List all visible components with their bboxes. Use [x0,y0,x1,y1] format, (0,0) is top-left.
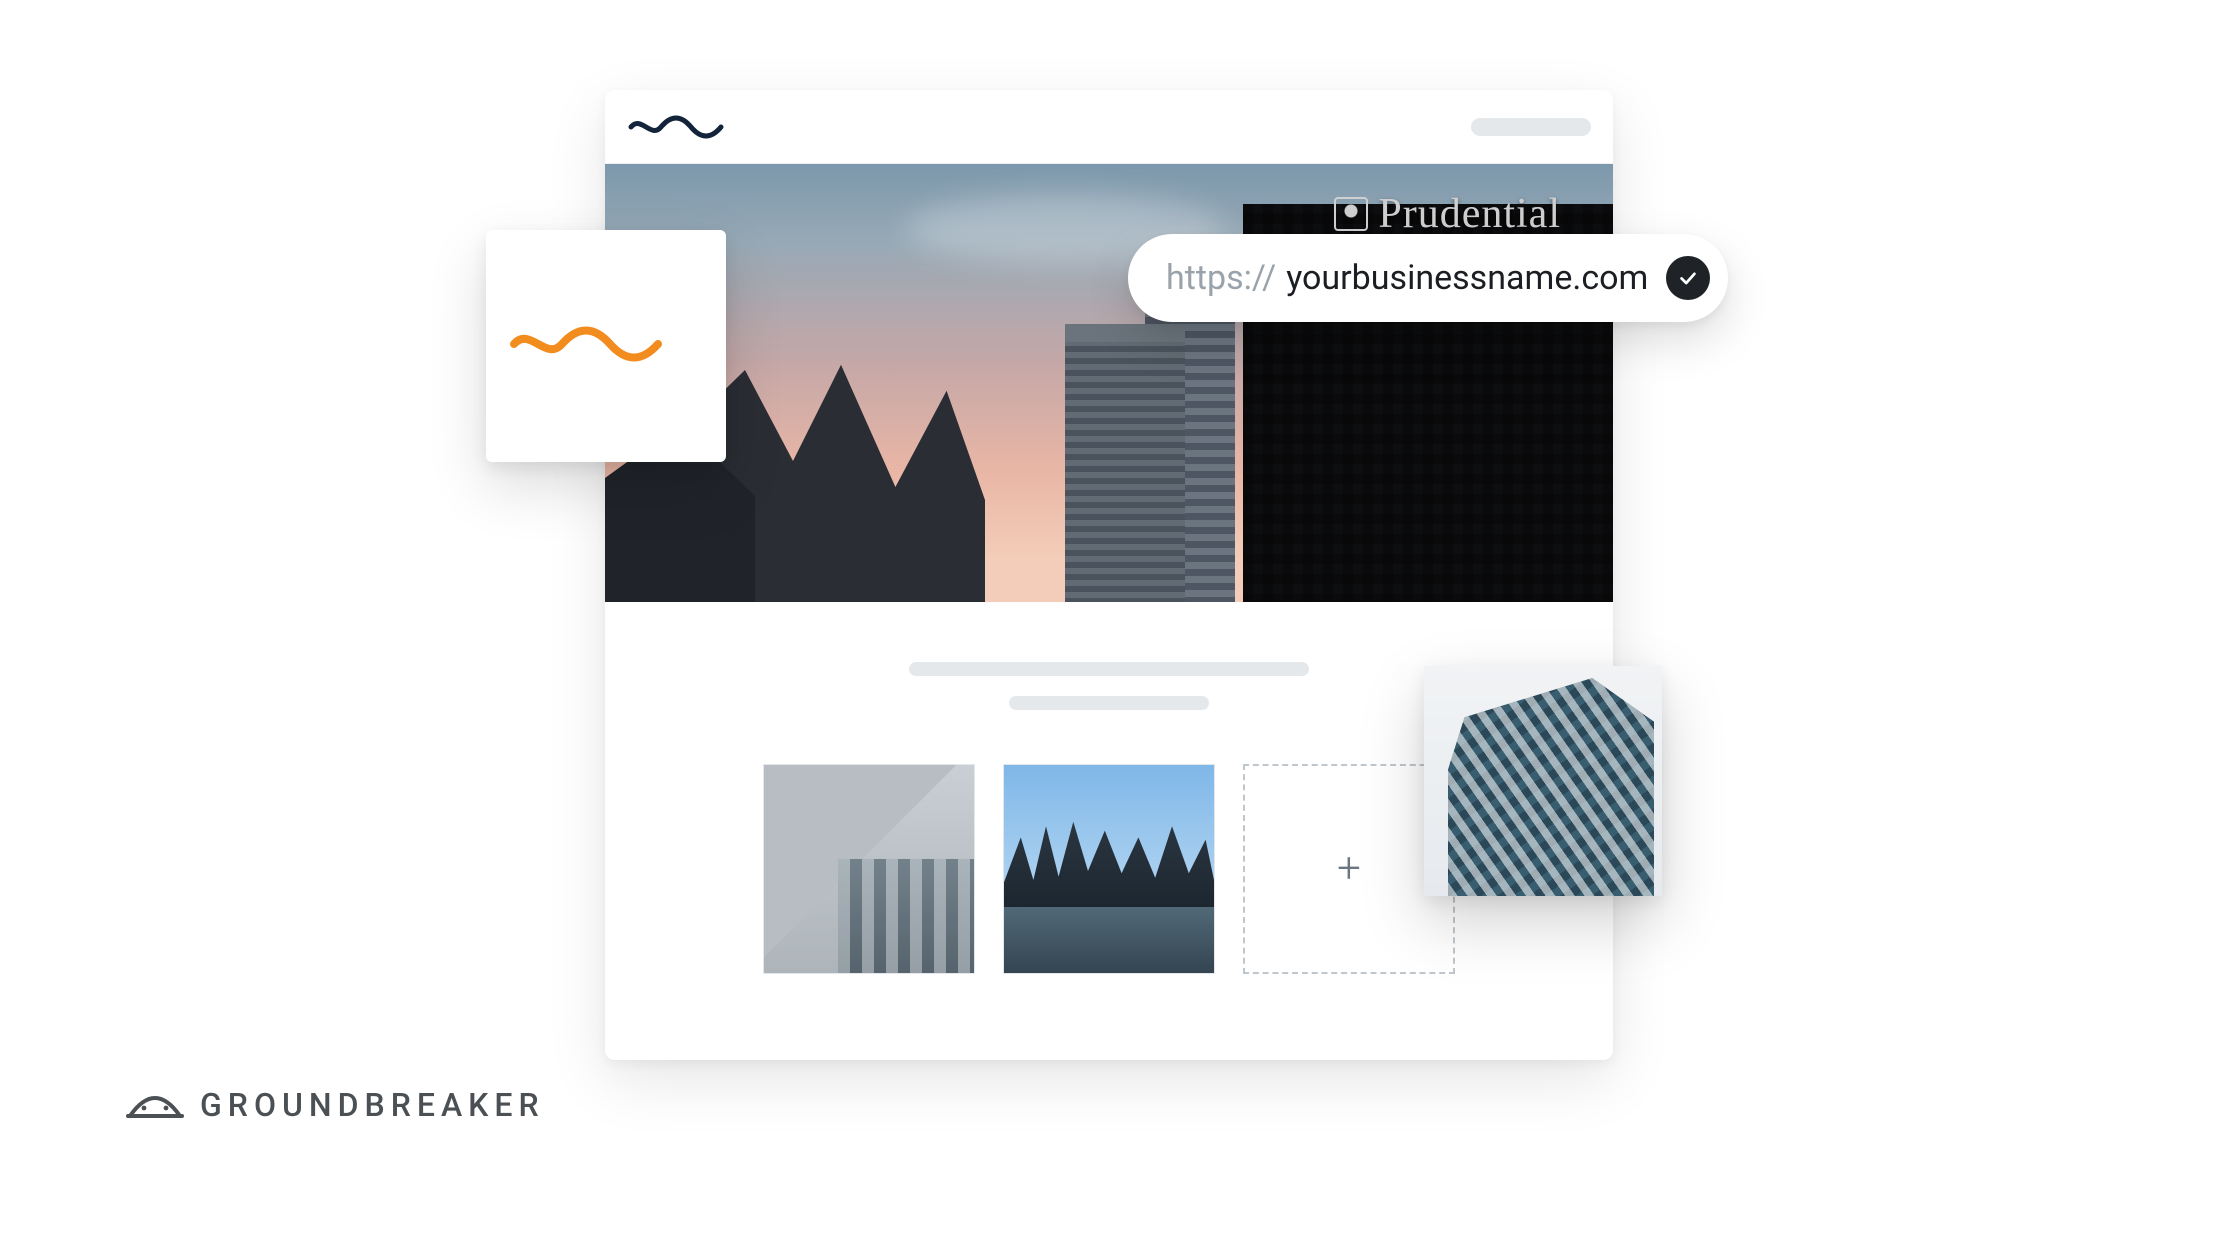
custom-domain-input[interactable]: https:// yourbusinessname.com [1128,234,1728,322]
url-domain-text: yourbusinessname.com [1286,258,1648,298]
hero-signage-text: Prudential [1378,190,1561,238]
hero-signage: Prudential [1334,190,1561,238]
logo-upload-card[interactable] [486,230,726,462]
confirm-domain-button[interactable] [1666,256,1710,300]
url-scheme-label: https:// [1166,258,1276,298]
header-placeholder [1471,118,1591,136]
text-placeholder [1009,696,1209,710]
wave-icon [627,115,739,139]
groundbreaker-logo-icon [126,1086,184,1124]
dragged-thumbnail[interactable] [1424,666,1662,896]
thumbnail-row: + [763,764,1455,974]
wave-icon [508,324,704,368]
brand-name: GROUNDBREAKER [200,1086,545,1124]
brand-footer: GROUNDBREAKER [126,1086,545,1124]
plus-icon: + [1337,848,1361,890]
text-placeholder [909,662,1309,676]
preview-header [605,90,1613,164]
gallery-thumbnail[interactable] [1003,764,1215,974]
gallery-thumbnail[interactable] [763,764,975,974]
hero-image[interactable]: Prudential [605,164,1613,602]
canvas: Prudential + [0,0,2240,1260]
